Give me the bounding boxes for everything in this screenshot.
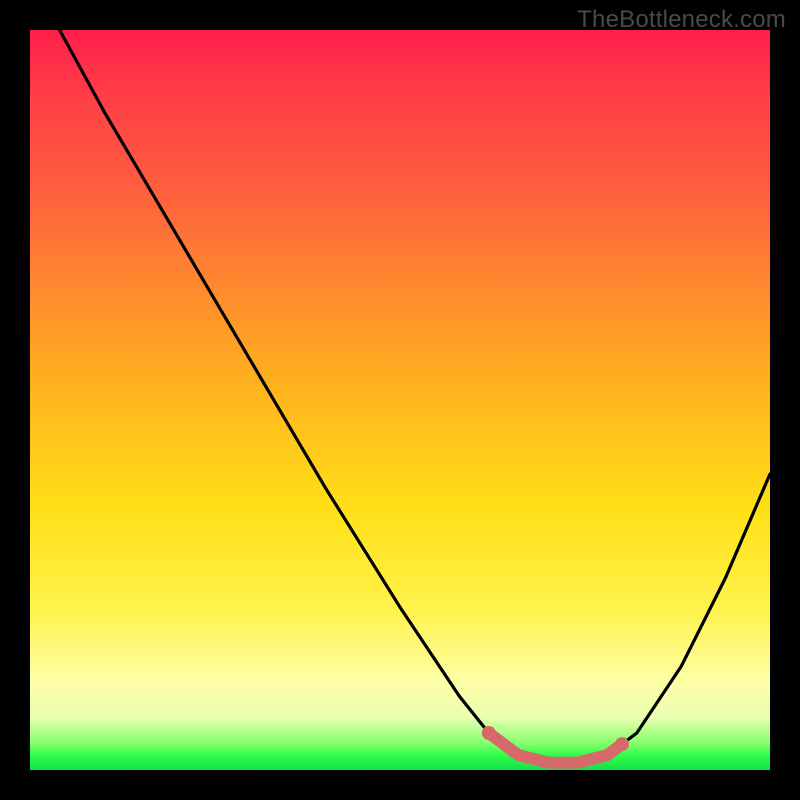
optimal-range-start-dot	[482, 726, 496, 740]
optimal-range-highlight	[489, 733, 622, 763]
optimal-range-end-dot	[615, 737, 629, 751]
chart-frame: TheBottleneck.com	[0, 0, 800, 800]
bottleneck-chart	[30, 30, 770, 770]
bottleneck-curve-path	[60, 30, 770, 763]
